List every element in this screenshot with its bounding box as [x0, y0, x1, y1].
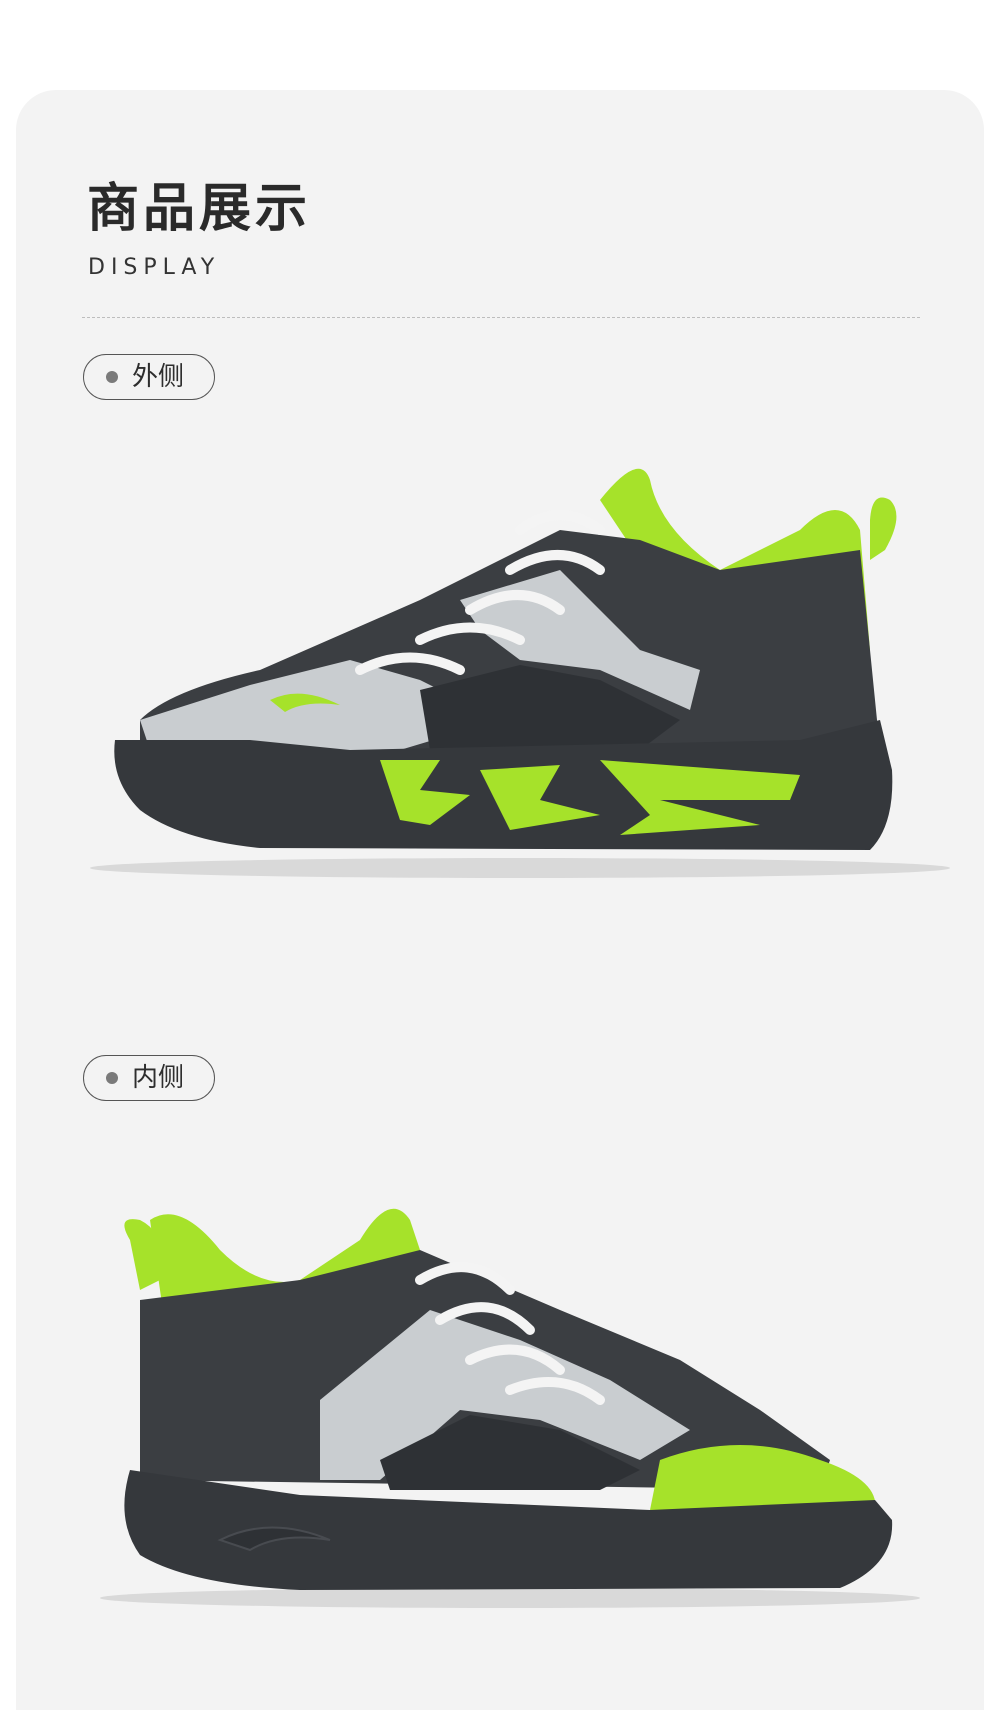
- shoe-inner-side-image: [100, 1208, 920, 1608]
- dot-icon: [106, 371, 118, 383]
- section-title: 商品展示: [87, 179, 312, 239]
- section-subtitle: DISPLAY: [88, 255, 221, 280]
- dot-icon: [106, 1072, 118, 1084]
- shoe-outer-side-image: [90, 468, 950, 878]
- dashed-divider: [82, 317, 920, 318]
- view-tag-label: 外侧: [132, 362, 185, 392]
- view-tag-inner: 内侧: [83, 1055, 215, 1101]
- view-tag-label: 内侧: [132, 1063, 185, 1093]
- view-tag-outer: 外侧: [83, 354, 215, 400]
